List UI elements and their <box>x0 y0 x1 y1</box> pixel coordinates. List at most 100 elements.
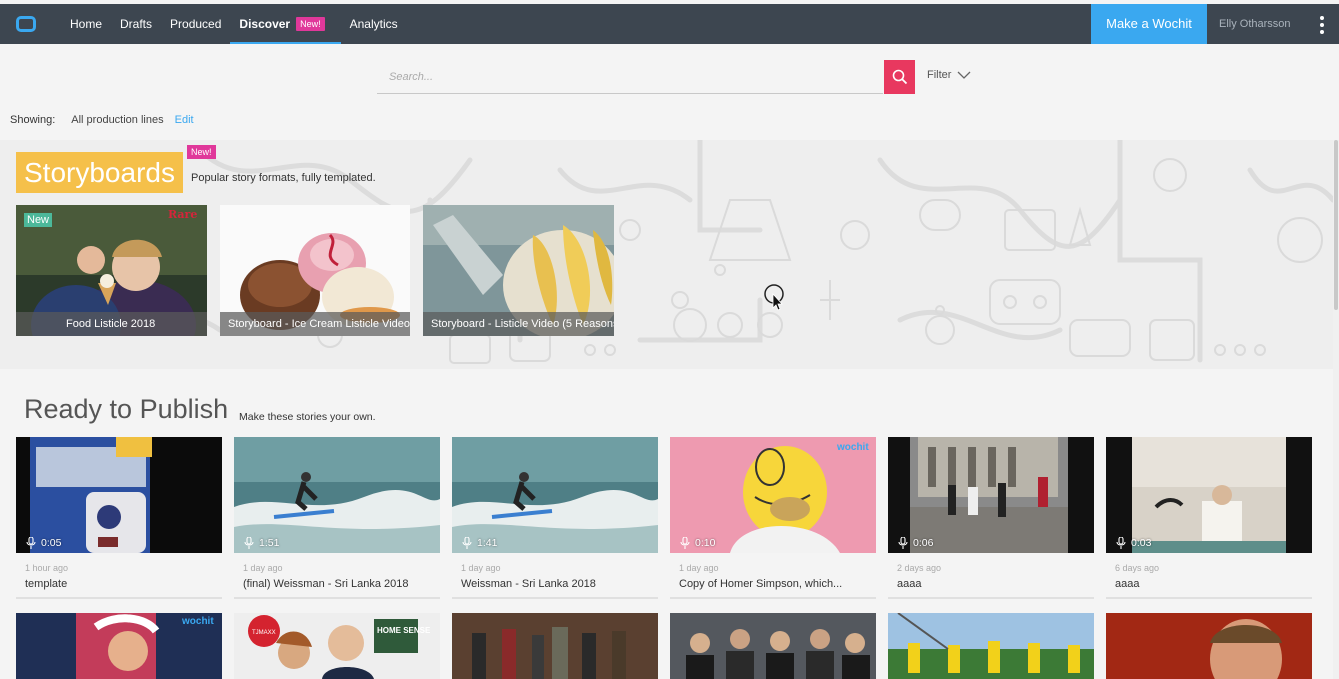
video-card[interactable]: 0:06 2 days ago aaaa <box>888 437 1094 599</box>
video-thumbnail: 0:05 <box>16 437 222 553</box>
video-thumbnail: wochit <box>16 613 222 679</box>
microphone-icon <box>680 537 690 549</box>
storyboard-card-food-listicle[interactable]: Rare New Food Listicle 2018 <box>16 205 207 336</box>
divider <box>452 597 658 599</box>
video-card[interactable]: 1:51 1 day ago (final) Weissman - Sri La… <box>234 437 440 599</box>
showing-filter: Showing: All production lines Edit <box>10 114 194 126</box>
duration-text: 1:51 <box>259 537 280 549</box>
time-ago: 1 day ago <box>461 563 501 573</box>
video-thumbnail: 0:06 <box>888 437 1094 553</box>
microphone-icon <box>244 537 254 549</box>
video-card[interactable]: 1:41 1 day ago Weissman - Sri Lanka 2018 <box>452 437 658 599</box>
search-button[interactable] <box>884 60 915 94</box>
search-bar <box>377 60 883 94</box>
search-input[interactable] <box>377 60 883 93</box>
video-card[interactable]: 0:03 6 days ago aaaa <box>1106 437 1312 599</box>
storyboards-title: Storyboards <box>16 152 183 193</box>
svg-text:HOME SENSE: HOME SENSE <box>377 626 431 635</box>
nav-home[interactable]: Home <box>61 4 111 44</box>
video-card[interactable]: TJMAXX HOME SENSE <box>234 613 440 679</box>
svg-text:wochit: wochit <box>181 616 214 627</box>
duration-text: 0:06 <box>913 537 934 549</box>
video-title[interactable]: Weissman - Sri Lanka 2018 <box>461 578 658 590</box>
divider <box>670 597 876 599</box>
duration-text: 0:05 <box>41 537 62 549</box>
storyboard-caption: Storyboard - Ice Cream Listicle Video <box>220 312 410 336</box>
time-ago: 6 days ago <box>1115 563 1160 573</box>
user-name[interactable]: Elly Otharsson <box>1219 4 1291 44</box>
divider <box>1106 597 1312 599</box>
video-card[interactable] <box>670 613 876 679</box>
svg-text:TJMAXX: TJMAXX <box>252 630 276 636</box>
kebab-menu-icon[interactable] <box>1314 16 1330 34</box>
filter-dropdown[interactable]: Filter <box>927 69 971 81</box>
video-thumbnail: 0:03 <box>1106 437 1312 553</box>
search-icon <box>892 69 907 85</box>
chevron-down-icon <box>957 71 971 79</box>
duration: 0:06 <box>898 537 933 549</box>
video-thumbnail <box>670 613 876 679</box>
showing-value: All production lines <box>71 114 164 126</box>
video-title[interactable]: aaaa <box>1115 578 1312 590</box>
video-thumbnail <box>1106 613 1312 679</box>
scrollbar[interactable] <box>1333 140 1339 679</box>
top-navbar: Home Drafts Produced Discover New! Analyt… <box>0 4 1339 44</box>
microphone-icon <box>1116 537 1126 549</box>
duration-text: 0:03 <box>1131 537 1152 549</box>
storyboard-card-ice-cream[interactable]: Storyboard - Ice Cream Listicle Video <box>220 205 410 336</box>
time-ago: 1 day ago <box>679 563 719 573</box>
nav-produced[interactable]: Produced <box>161 4 230 44</box>
wochit-logo-icon[interactable] <box>0 4 52 44</box>
video-card[interactable]: wochit <box>16 613 222 679</box>
make-a-wochit-button[interactable]: Make a Wochit <box>1091 4 1207 44</box>
storyboard-card-listicle-5-reasons[interactable]: Storyboard - Listicle Video (5 Reasons) <box>423 205 614 336</box>
ready-to-publish-title: Ready to Publish <box>24 394 229 424</box>
duration: 0:03 <box>1116 537 1151 549</box>
video-thumbnail: TJMAXX HOME SENSE <box>234 613 440 679</box>
divider <box>234 597 440 599</box>
scrollbar-thumb[interactable] <box>1334 140 1338 310</box>
storyboards-new-badge: New! <box>187 145 216 159</box>
video-card[interactable] <box>452 613 658 679</box>
duration: 0:05 <box>26 537 61 549</box>
divider <box>16 597 222 599</box>
video-thumbnail <box>888 613 1094 679</box>
video-title[interactable]: template <box>25 578 222 590</box>
svg-text:Rare: Rare <box>168 208 197 221</box>
nav-discover[interactable]: Discover New! <box>230 4 341 44</box>
video-title[interactable]: (final) Weissman - Sri Lanka 2018 <box>243 578 440 590</box>
edit-link[interactable]: Edit <box>175 114 194 126</box>
duration: 0:10 <box>680 537 715 549</box>
time-ago: 2 days ago <box>897 563 942 573</box>
time-ago: 1 hour ago <box>25 563 69 573</box>
storyboards-subtitle: Popular story formats, fully templated. <box>191 172 376 184</box>
video-card[interactable]: 0:05 1 hour ago template <box>16 437 222 599</box>
nav-discover-label: Discover <box>239 17 291 31</box>
nav-drafts[interactable]: Drafts <box>111 4 161 44</box>
duration: 1:41 <box>462 537 497 549</box>
video-card[interactable] <box>888 613 1094 679</box>
video-card[interactable] <box>1106 613 1312 679</box>
microphone-icon <box>462 537 472 549</box>
storyboard-caption: Storyboard - Listicle Video (5 Reasons) <box>423 312 614 336</box>
video-thumbnail: wochit 0:10 <box>670 437 876 553</box>
duration-text: 0:10 <box>695 537 716 549</box>
ready-to-publish-subtitle: Make these stories your own. <box>239 411 376 423</box>
time-ago: 1 day ago <box>243 563 283 573</box>
svg-text:wochit: wochit <box>836 442 869 452</box>
video-title[interactable]: Copy of Homer Simpson, which... <box>679 578 876 590</box>
video-thumbnail: 1:51 <box>234 437 440 553</box>
showing-label: Showing: <box>10 114 56 126</box>
rare-logo: Rare <box>168 208 197 221</box>
nav-analytics[interactable]: Analytics <box>341 4 407 44</box>
duration: 1:51 <box>244 537 279 549</box>
microphone-icon <box>26 537 36 549</box>
video-thumbnail: 1:41 <box>452 437 658 553</box>
nav-new-badge: New! <box>296 17 325 31</box>
divider <box>888 597 1094 599</box>
video-card[interactable]: wochit 0:10 1 day ago Copy of Homer Simp… <box>670 437 876 599</box>
duration-text: 1:41 <box>477 537 498 549</box>
wochit-watermark: wochit <box>836 442 869 452</box>
storyboard-caption: Food Listicle 2018 <box>16 312 207 336</box>
video-title[interactable]: aaaa <box>897 578 1094 590</box>
